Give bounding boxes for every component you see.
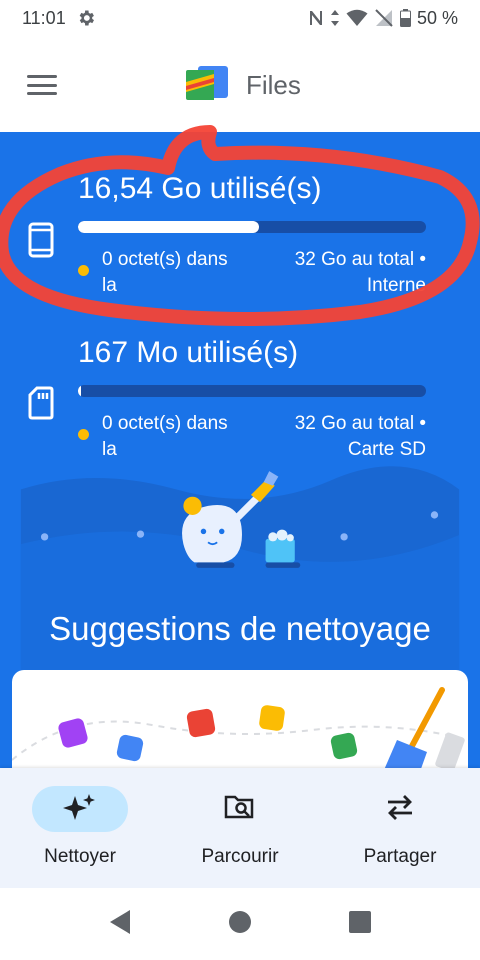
status-time: 11:01 bbox=[22, 7, 66, 28]
home-button[interactable] bbox=[180, 888, 300, 960]
nav-label-browse: Parcourir bbox=[201, 846, 279, 867]
nav-item-clean[interactable]: Nettoyer bbox=[0, 768, 160, 888]
phone-icon bbox=[28, 222, 54, 263]
recents-icon bbox=[349, 910, 371, 938]
storage-panel: 16,54 Go utilisé(s) 0 octet(s) dans la 3… bbox=[0, 132, 480, 812]
sd-storage-card[interactable]: 167 Mo utilisé(s) 0 octet(s) dans la 32 … bbox=[0, 302, 480, 472]
data-arrows-icon bbox=[330, 9, 340, 27]
menu-button[interactable] bbox=[24, 70, 60, 100]
sparkle-icon bbox=[63, 792, 97, 827]
app-branding: Files bbox=[184, 64, 301, 107]
nav-item-browse[interactable]: Parcourir bbox=[160, 768, 320, 888]
bottom-navigation: Nettoyer Parcourir Partager bbox=[0, 768, 480, 888]
internal-left-caption: 0 octet(s) dans la bbox=[102, 249, 228, 296]
nav-icon-container bbox=[192, 786, 288, 832]
nav-item-share[interactable]: Partager bbox=[320, 768, 480, 888]
battery-icon bbox=[399, 9, 411, 27]
sd-card-icon bbox=[28, 386, 54, 425]
internal-used-title: 16,54 Go utilisé(s) bbox=[78, 172, 322, 205]
other-data-dot bbox=[78, 265, 89, 276]
recents-button[interactable] bbox=[300, 888, 420, 960]
nav-label-share: Partager bbox=[363, 846, 437, 867]
internal-usage-fill bbox=[78, 221, 259, 233]
settings-gear-icon bbox=[76, 8, 96, 28]
suggestions-title: Suggestions de nettoyage bbox=[49, 610, 431, 647]
hamburger-line bbox=[27, 83, 57, 87]
internal-right-caption: 32 Go au total • Interne bbox=[294, 249, 426, 296]
sd-right-caption: 32 Go au total • Carte SD bbox=[294, 413, 426, 460]
system-navigation-bar bbox=[0, 888, 480, 960]
sd-usage-bar bbox=[78, 385, 426, 397]
nfc-icon bbox=[308, 9, 324, 27]
sd-used-title: 167 Mo utilisé(s) bbox=[78, 336, 299, 369]
nav-active-indicator bbox=[32, 786, 128, 832]
sd-left-caption: 0 octet(s) dans la bbox=[102, 413, 228, 460]
battery-percent: 50 % bbox=[416, 7, 458, 28]
nav-label-clean: Nettoyer bbox=[44, 846, 116, 867]
internal-storage-card[interactable]: 16,54 Go utilisé(s) 0 octet(s) dans la 3… bbox=[0, 132, 480, 302]
back-icon bbox=[108, 909, 132, 940]
home-icon bbox=[228, 910, 252, 939]
hamburger-line bbox=[27, 75, 57, 78]
back-button[interactable] bbox=[60, 888, 180, 960]
app-bar: Files bbox=[0, 40, 480, 130]
internal-usage-bar bbox=[78, 221, 426, 233]
wifi-icon bbox=[346, 9, 368, 27]
status-bar: 11:01 50 % bbox=[0, 0, 480, 36]
other-data-dot bbox=[78, 429, 89, 440]
no-signal-icon bbox=[374, 9, 394, 27]
swap-arrows-icon bbox=[384, 793, 416, 826]
sd-usage-fill bbox=[78, 385, 82, 397]
browse-folder-icon bbox=[224, 793, 256, 826]
hamburger-line bbox=[27, 92, 57, 95]
files-logo-icon bbox=[184, 64, 230, 107]
app-title: Files bbox=[246, 70, 301, 100]
nav-icon-container bbox=[352, 786, 448, 832]
